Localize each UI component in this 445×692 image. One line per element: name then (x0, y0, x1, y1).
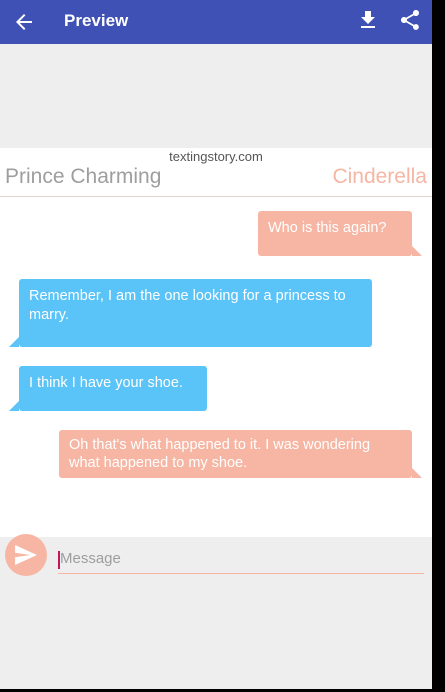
message-input[interactable] (58, 544, 424, 574)
header-divider (0, 196, 432, 197)
download-icon[interactable] (356, 8, 380, 32)
share-icon[interactable] (398, 8, 422, 32)
left-contact-name: Prince Charming (5, 165, 162, 188)
message-text: I think I have your shoe. (29, 375, 183, 391)
preview-area: textingstory.com Prince Charming Cindere… (0, 44, 432, 692)
watermark: textingstory.com (169, 149, 263, 164)
send-icon (15, 545, 37, 565)
message-bubble-right: Oh that's what happened to it. I was won… (59, 430, 422, 478)
message-bubble-right: Who is this again? (258, 211, 422, 256)
text-cursor (58, 551, 60, 569)
back-arrow-icon[interactable] (12, 10, 36, 34)
message-text: Remember, I am the one looking for a pri… (29, 288, 346, 323)
screen-edge (432, 0, 445, 692)
message-text: Who is this again? (268, 220, 387, 236)
message-bubble-left: Remember, I am the one looking for a pri… (9, 279, 372, 347)
page-title: Preview (64, 11, 129, 30)
right-contact-name: Cinderella (332, 165, 427, 188)
message-text: Oh that's what happened to it. I was won… (69, 437, 371, 471)
send-button[interactable] (5, 534, 47, 576)
message-bubble-left: I think I have your shoe. (9, 366, 207, 411)
app-bar: Preview (0, 0, 432, 44)
chat-card: textingstory.com Prince Charming Cindere… (0, 148, 432, 576)
